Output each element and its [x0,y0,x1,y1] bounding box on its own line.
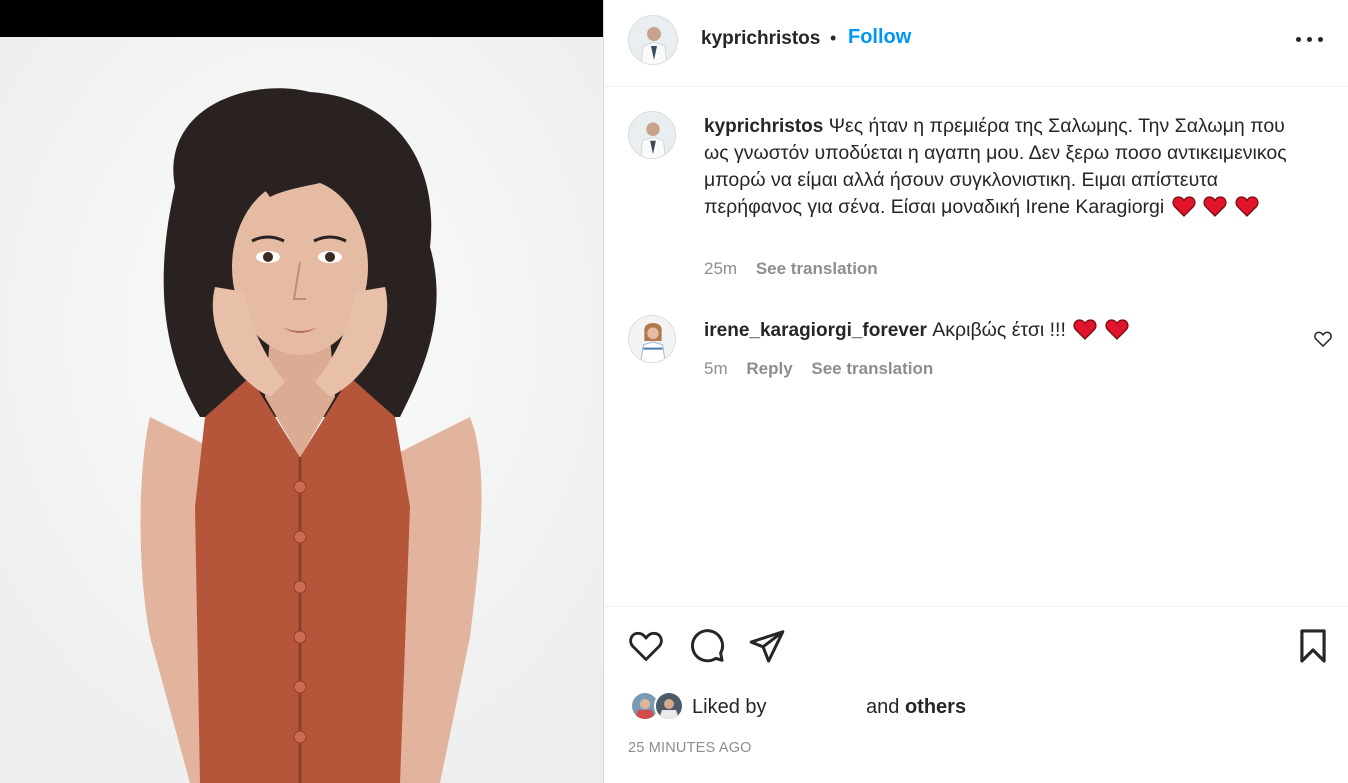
comment-see-translation[interactable]: See translation [811,359,933,378]
caption-author-avatar[interactable] [628,111,676,159]
caption-username[interactable]: kyprichristos [704,116,823,137]
author-username[interactable]: kyprichristos [701,28,820,50]
more-options-icon[interactable] [1294,25,1326,53]
comment-time: 5m [704,359,728,378]
post-timestamp[interactable]: 25 MINUTES AGO [628,740,752,756]
liked-others-link[interactable]: others [905,696,966,718]
media-top-bar [0,0,603,37]
post-media[interactable] [0,0,603,783]
comments-section[interactable]: kyprichristos Ψες ήταν η πρεμιέρα της Σα… [604,88,1348,606]
liker-avatar-image [656,693,682,719]
caption-meta: 25m See translation [704,259,878,279]
comment-like-icon[interactable] [1313,329,1333,349]
heart-emoji-icon [1105,319,1129,340]
heart-emoji-icon [1234,196,1259,217]
commenter-avatar-image [629,316,675,362]
caption: kyprichristos Ψες ήταν η πρεμιέρα της Σα… [704,113,1304,221]
liked-and: and [866,696,900,718]
comment-meta: 5m Reply See translation [704,359,933,379]
heart-emoji-icon [1073,319,1097,340]
author-avatar-image [629,16,677,64]
save-bookmark-icon[interactable] [1294,627,1332,665]
liker-avatar[interactable] [654,691,684,721]
comment-text: Ακριβώς έτσι !!! [932,319,1066,341]
caption-avatar-image [629,112,675,158]
follow-button[interactable]: Follow [848,26,911,49]
heart-emojis [1170,196,1259,218]
comment: irene_karagiorgi_forever Ακριβώς έτσι !!… [704,317,1264,344]
comment-username[interactable]: irene_karagiorgi_forever [704,320,927,341]
instagram-post: kyprichristos • Follow kyprichristos Ψες… [0,0,1348,783]
post-header: kyprichristos • Follow [604,0,1348,87]
caption-time: 25m [704,259,738,278]
caption-see-translation[interactable]: See translation [756,259,878,278]
header-separator: • [830,28,837,48]
commenter-avatar[interactable] [628,315,676,363]
liked-by-others[interactable]: and others [866,696,966,719]
liked-by-label: Liked by [692,696,767,718]
comment-heart-emojis [1071,319,1129,341]
author-avatar[interactable] [628,15,678,65]
post-actions: Liked by and others 25 MINUTES AGO [604,606,1348,783]
liked-by-row: Liked by and others [630,691,1230,725]
like-icon[interactable] [627,627,665,665]
heart-emoji-icon [1172,196,1196,217]
post-side-panel: kyprichristos • Follow kyprichristos Ψες… [603,0,1348,783]
comment-icon[interactable] [688,627,726,665]
share-icon[interactable] [748,627,786,665]
heart-emoji-icon [1203,196,1227,217]
comment-reply-button[interactable]: Reply [746,359,792,378]
post-photo [0,37,603,783]
